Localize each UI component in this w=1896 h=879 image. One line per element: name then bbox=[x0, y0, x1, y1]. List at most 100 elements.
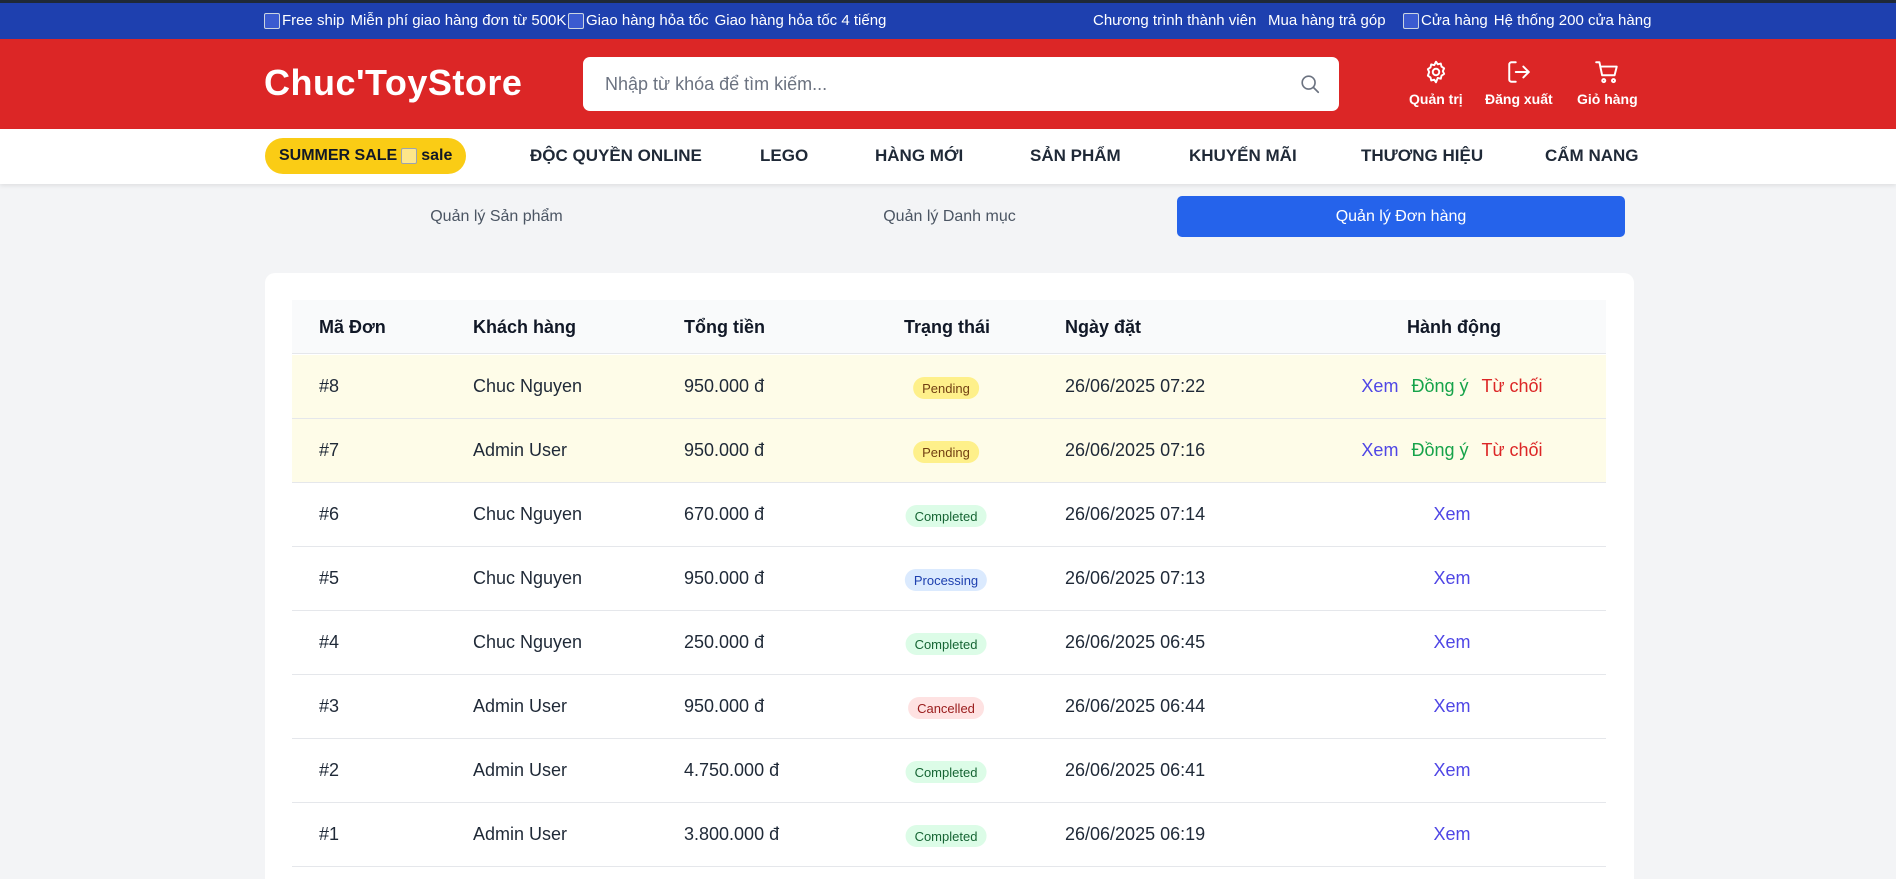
row-actions: Xem bbox=[1433, 632, 1470, 653]
free-ship-info: Free ship Miễn phí giao hàng đơn từ 500K bbox=[264, 12, 566, 29]
customer-name: Admin User bbox=[473, 824, 568, 844]
customer-name: Chuc Nguyen bbox=[473, 504, 583, 524]
nav-link-new[interactable]: HÀNG MỚI bbox=[875, 146, 963, 166]
gear-icon bbox=[1426, 60, 1445, 84]
nav-link-promotions[interactable]: KHUYẾN MÃI bbox=[1189, 146, 1297, 166]
row-actions: Xem bbox=[1433, 568, 1470, 589]
status-badge: Cancelled bbox=[908, 697, 984, 719]
order-date: 26/06/2025 07:13 bbox=[1065, 568, 1206, 588]
order-id: #1 bbox=[319, 824, 340, 844]
customer-name: Admin User bbox=[473, 760, 568, 780]
order-total: 3.800.000 đ bbox=[684, 824, 780, 844]
order-id: #3 bbox=[319, 696, 340, 716]
store-system-link[interactable]: Cửa hàng Hệ thống 200 cửa hàng bbox=[1403, 12, 1651, 29]
reject-order-link[interactable]: Từ chối bbox=[1481, 440, 1542, 461]
tab-order-management[interactable]: Quản lý Đơn hàng bbox=[1177, 196, 1625, 237]
member-program-link[interactable]: Chương trình thành viên bbox=[1093, 12, 1256, 29]
nav-link-brands[interactable]: THƯƠNG HIỆU bbox=[1361, 146, 1483, 166]
view-order-link[interactable]: Xem bbox=[1433, 632, 1470, 653]
installment-label: Mua hàng trả góp bbox=[1268, 12, 1386, 29]
admin-label: Quản trị bbox=[1409, 91, 1463, 107]
header-status: Trạng thái bbox=[904, 317, 991, 337]
search-input[interactable] bbox=[605, 57, 1285, 111]
table-row: #2 Admin User 4.750.000 đ Completed 26/06/20… bbox=[292, 739, 1606, 803]
store-alt: Cửa hàng bbox=[1421, 12, 1488, 29]
order-total: 4.750.000 đ bbox=[684, 760, 780, 780]
top-info-bar: Free ship Miễn phí giao hàng đơn từ 500K… bbox=[0, 0, 1896, 39]
view-order-link[interactable]: Xem bbox=[1433, 504, 1470, 525]
header-order-id: Mã Đơn bbox=[319, 317, 386, 337]
view-order-link[interactable]: Xem bbox=[1433, 760, 1470, 781]
summer-sale-button[interactable]: SUMMER SALE sale bbox=[265, 138, 467, 174]
order-total: 950.000 đ bbox=[684, 376, 765, 396]
status-badge: Completed bbox=[905, 825, 987, 847]
header-customer: Khách hàng bbox=[473, 317, 577, 337]
order-date: 26/06/2025 06:41 bbox=[1065, 760, 1206, 780]
nav-link-exclusive[interactable]: ĐỘC QUYỀN ONLINE bbox=[530, 146, 702, 166]
broken-image-icon bbox=[401, 148, 418, 164]
order-id: #2 bbox=[319, 760, 340, 780]
admin-button[interactable]: Quản trị bbox=[1409, 59, 1463, 107]
view-order-link[interactable]: Xem bbox=[1361, 376, 1398, 397]
customer-name: Chuc Nguyen bbox=[473, 376, 583, 396]
order-date: 26/06/2025 06:44 bbox=[1065, 696, 1206, 716]
order-total: 950.000 đ bbox=[684, 568, 765, 588]
customer-name: Chuc Nguyen bbox=[473, 632, 583, 652]
fast-delivery-image: Giao hàng hỏa tốc bbox=[568, 12, 709, 29]
nav-link-lego[interactable]: LEGO bbox=[760, 146, 808, 166]
tab-product-management[interactable]: Quản lý Sản phẩm bbox=[273, 196, 720, 237]
fast-delivery-text: Giao hàng hỏa tốc 4 tiếng bbox=[714, 12, 887, 29]
nav-link-guide[interactable]: CẨM NANG bbox=[1545, 146, 1639, 166]
view-order-link[interactable]: Xem bbox=[1433, 696, 1470, 717]
tab-category-management[interactable]: Quản lý Danh mục bbox=[726, 196, 1173, 237]
site-header: Chuc'ToyStore Quản trị Đăng xuất Giỏ hàn… bbox=[0, 39, 1896, 129]
status-badge: Processing bbox=[904, 569, 988, 591]
status-badge: Pending bbox=[913, 377, 979, 399]
store-system-text: Hệ thống 200 cửa hàng bbox=[1493, 12, 1652, 29]
free-ship-text: Miễn phí giao hàng đơn từ 500K bbox=[350, 12, 567, 29]
header-actions: Hành động bbox=[1407, 317, 1501, 337]
order-total: 670.000 đ bbox=[684, 504, 765, 524]
installment-link[interactable]: Mua hàng trả góp bbox=[1268, 12, 1386, 29]
row-actions: Xem bbox=[1433, 760, 1470, 781]
table-row: #4 Chuc Nguyen 250.000 đ Completed 26/06/202… bbox=[292, 611, 1606, 675]
status-badge: Pending bbox=[913, 441, 979, 463]
orders-table-header: Mã Đơn Khách hàng Tổng tiền Trạng thái N… bbox=[292, 300, 1606, 354]
fast-delivery-info: Giao hàng hỏa tốc Giao hàng hỏa tốc 4 ti… bbox=[568, 12, 886, 29]
approve-order-link[interactable]: Đồng ý bbox=[1411, 376, 1468, 397]
order-id: #7 bbox=[319, 440, 340, 460]
header-total: Tổng tiền bbox=[684, 317, 765, 337]
search-box bbox=[583, 57, 1339, 111]
cart-label: Giỏ hàng bbox=[1577, 91, 1638, 107]
status-badge: Completed bbox=[905, 505, 987, 527]
broken-image-icon bbox=[568, 12, 584, 29]
customer-name: Chuc Nguyen bbox=[473, 568, 583, 588]
view-order-link[interactable]: Xem bbox=[1361, 440, 1398, 461]
view-order-link[interactable]: Xem bbox=[1433, 568, 1470, 589]
row-actions: Xem bbox=[1433, 696, 1470, 717]
store-image: Cửa hàng bbox=[1403, 12, 1488, 29]
row-actions: Xem Đồng ý Từ chối bbox=[1361, 440, 1542, 461]
row-actions: Xem Đồng ý Từ chối bbox=[1361, 376, 1542, 397]
summer-sale-label: SUMMER SALE bbox=[279, 147, 398, 164]
site-logo[interactable]: Chuc'ToyStore bbox=[264, 62, 522, 104]
status-badge: Completed bbox=[905, 761, 987, 783]
table-row: #6 Chuc Nguyen 670.000 đ Completed 26/06/202… bbox=[292, 483, 1606, 547]
view-order-link[interactable]: Xem bbox=[1433, 824, 1470, 845]
broken-image-icon bbox=[1403, 12, 1419, 29]
approve-order-link[interactable]: Đồng ý bbox=[1411, 440, 1468, 461]
order-total: 250.000 đ bbox=[684, 632, 765, 652]
reject-order-link[interactable]: Từ chối bbox=[1481, 376, 1542, 397]
order-id: #8 bbox=[319, 376, 340, 396]
order-id: #4 bbox=[319, 632, 340, 652]
nav-link-products[interactable]: SẢN PHẨM bbox=[1030, 146, 1121, 166]
status-badge: Completed bbox=[905, 633, 987, 655]
search-icon[interactable] bbox=[1299, 73, 1321, 95]
customer-name: Admin User bbox=[473, 440, 568, 460]
logout-icon bbox=[1508, 61, 1530, 83]
cart-button[interactable]: Giỏ hàng bbox=[1577, 59, 1638, 107]
logout-button[interactable]: Đăng xuất bbox=[1485, 59, 1553, 107]
order-date: 26/06/2025 07:22 bbox=[1065, 376, 1206, 396]
fast-delivery-alt: Giao hàng hỏa tốc bbox=[586, 12, 709, 29]
order-id: #5 bbox=[319, 568, 340, 588]
